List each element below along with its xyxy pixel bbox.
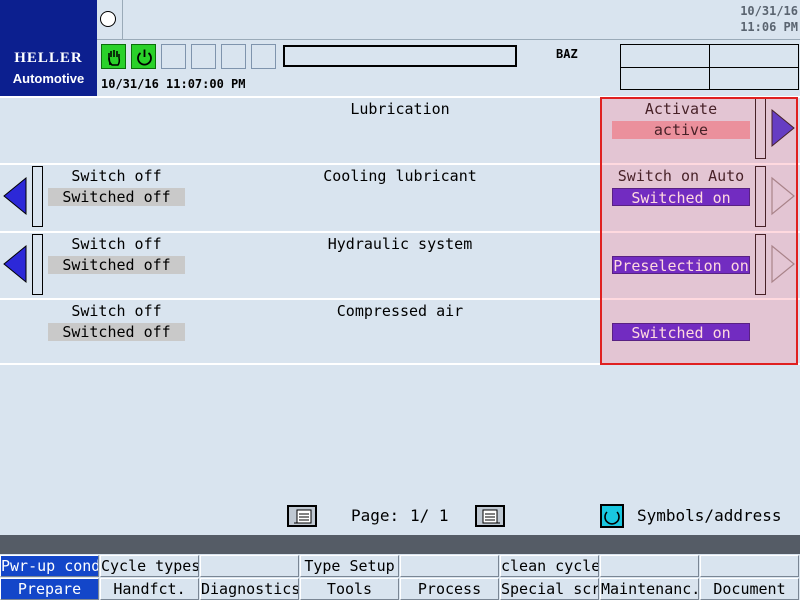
softkey-tools[interactable]: Tools (300, 578, 399, 600)
softkey-diagnostics[interactable]: Diagnostics (200, 578, 299, 600)
softkey-clean-cycle[interactable]: clean cycle (500, 555, 599, 577)
arrow-left-icon[interactable] (2, 176, 28, 216)
right-slot (755, 166, 766, 227)
clock-time: 11:06 PM (740, 20, 798, 34)
power-icon (131, 44, 156, 69)
softkey-top-7[interactable] (600, 555, 699, 577)
status-circle-icon (100, 11, 116, 27)
hand-stop-icon (101, 44, 126, 69)
indicator-slot-3 (161, 44, 186, 69)
channel-label: BAZ (556, 47, 578, 61)
softkey-maintenance[interactable]: Maintenanc. (600, 578, 699, 600)
left-action-label: Switch off (71, 302, 162, 320)
arrow-right-icon[interactable] (770, 108, 796, 148)
softkey-handfct[interactable]: Handfct. (100, 578, 199, 600)
left-status-value: Switched off (48, 188, 185, 206)
softkey-type-setup[interactable]: Type Setup (300, 555, 399, 577)
softkey-pwr-up-cond[interactable]: Pwr-up cond (0, 555, 99, 577)
right-slot (755, 98, 766, 159)
right-status-value: Switched on (612, 323, 750, 342)
softkey-document[interactable]: Document (700, 578, 799, 600)
softkey-top-5[interactable] (400, 555, 499, 577)
left-action-label: Switch off (71, 235, 162, 253)
header-top-bar (97, 0, 800, 40)
softkey-prepare[interactable]: Prepare (0, 578, 99, 600)
right-status-value: Preselection on (612, 256, 750, 275)
row-title: Cooling lubricant (323, 167, 477, 185)
softkey-separator (0, 535, 800, 554)
arrow-right-icon[interactable] (770, 244, 796, 284)
right-slot (755, 234, 766, 295)
indicator-slot-6 (251, 44, 276, 69)
right-action-label: Activate (644, 100, 718, 118)
softkey-top-8[interactable] (700, 555, 799, 577)
softkey-special-screen[interactable]: Special scre (500, 578, 599, 600)
left-status-value: Switched off (48, 323, 185, 341)
cycle-icon[interactable] (600, 504, 624, 528)
page-prev-icon[interactable] (287, 505, 317, 527)
right-status-value: Switched on (612, 188, 750, 207)
heller-logo: HELLER Automotive (0, 0, 97, 96)
indicator-slot-5 (221, 44, 246, 69)
message-timestamp: 10/31/16 11:07:00 PM (101, 77, 246, 91)
left-slot (32, 234, 43, 295)
right-status-value: active (612, 121, 750, 139)
left-slot (32, 166, 43, 227)
symbols-address-label: Symbols/address (637, 506, 782, 525)
softkey-process[interactable]: Process (400, 578, 499, 600)
row-title: Hydraulic system (327, 235, 473, 253)
right-action-label: Switch on Auto (617, 167, 745, 185)
clock-date: 10/31/16 (740, 4, 798, 18)
header-divider (122, 0, 123, 40)
page-label: Page: (351, 506, 400, 525)
left-status-value: Switched off (48, 256, 185, 274)
page-number: 1/ 1 (410, 506, 449, 525)
logo-line2: Automotive (12, 71, 85, 86)
page-next-icon[interactable] (475, 505, 505, 527)
row-title: Lubrication (350, 100, 450, 118)
left-action-label: Switch off (71, 167, 162, 185)
arrow-right-icon[interactable] (770, 176, 796, 216)
message-bar (283, 45, 517, 67)
arrow-left-icon[interactable] (2, 244, 28, 284)
softkey-cycle-types[interactable]: Cycle types (100, 555, 199, 577)
softkey-top-3[interactable] (200, 555, 299, 577)
row-title: Compressed air (336, 302, 464, 320)
indicator-slot-4 (191, 44, 216, 69)
status-grid (620, 44, 799, 90)
logo-line1: HELLER (14, 50, 83, 66)
